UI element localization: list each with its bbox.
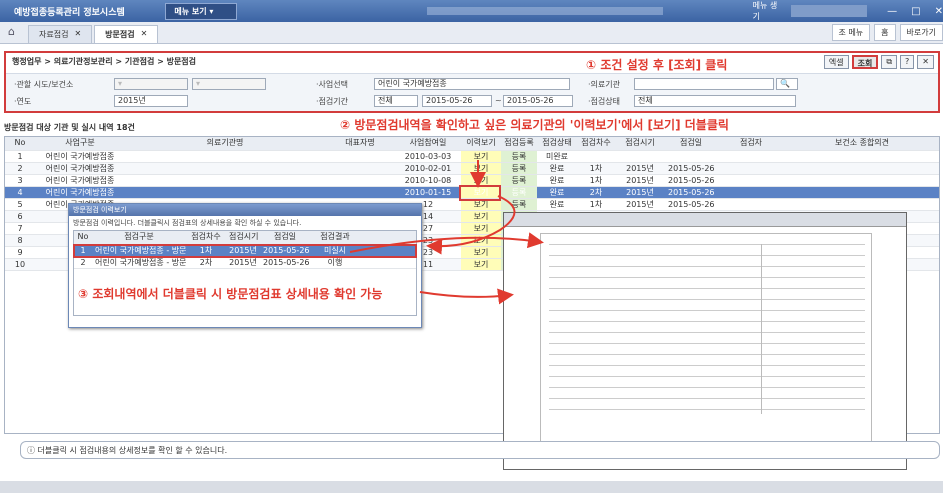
window-bottom xyxy=(0,481,943,493)
annotation-arrows xyxy=(349,160,544,305)
info-icon: ⓘ xyxy=(27,446,35,455)
highlight-view-button xyxy=(459,185,501,201)
status-text: 더블클릭 시 점검내용의 상세정보를 확인 할 수 있습니다. xyxy=(37,446,228,455)
status-bar: ⓘ 더블클릭 시 점검내용의 상세정보를 확인 할 수 있습니다. xyxy=(20,441,940,459)
